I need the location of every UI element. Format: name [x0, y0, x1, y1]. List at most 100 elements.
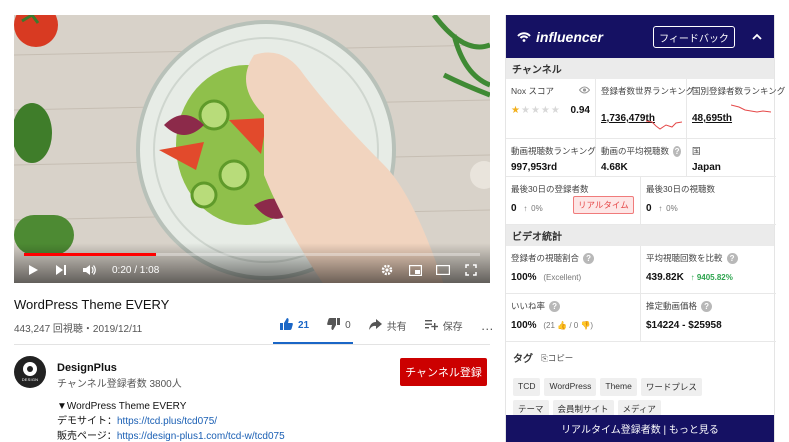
realtime-subscribers-button[interactable]: リアルタイム登録者数 | もっと見る — [506, 415, 774, 442]
channel-stats-row-1: Nox スコア ★★★★★ 0.94 登録者数世界ランキング 1,736,479… — [506, 79, 785, 139]
help-question-icon[interactable]: ? — [549, 300, 561, 312]
save-label: 保存 — [442, 322, 463, 333]
tag-chip[interactable]: WordPress — [544, 378, 597, 396]
sales-label: 販売ページ： — [57, 431, 117, 442]
sub-view-ratio-note: (Excellent) — [543, 273, 582, 282]
tags-label: タグ — [513, 354, 533, 365]
subs-30d-label: 最後30日の登録者数 — [511, 184, 589, 194]
views-30d-pct: 0% — [666, 204, 678, 213]
influencer-logo: influencer — [516, 27, 603, 46]
copy-tags-button[interactable]: ⎘コピー — [541, 352, 573, 364]
video-actions: 21 0 共有 保存 … — [280, 318, 513, 333]
video-stats-row-2: いいね率? 100% (21 👍 / 0 👎) 推定動画価格? $14224 -… — [506, 294, 776, 342]
nox-score-cell: Nox スコア ★★★★★ 0.94 — [506, 79, 596, 139]
eye-icon[interactable] — [578, 86, 591, 96]
desc-line-demo: デモサイト：https://tcd.plus/tcd075/ — [57, 414, 285, 429]
tag-chip[interactable]: Theme — [600, 378, 637, 396]
avg-compare-label: 平均視聴回数を比較 — [646, 253, 723, 263]
influencer-panel: influencer フィードバック チャンネル Nox スコア ★★★★★ 0… — [505, 15, 785, 442]
country-label: 国 — [692, 146, 701, 156]
ad-price-value: $14224 - $25958 — [646, 320, 722, 331]
views-30d-value: 0 — [646, 203, 652, 214]
star-icon: ★ — [540, 105, 551, 116]
sub-view-ratio-cell: 登録者の視聴割合? 100% (Excellent) — [506, 246, 641, 294]
help-question-icon[interactable]: ? — [701, 300, 713, 312]
dislike-count: 0 — [345, 320, 351, 331]
video-stats-header: ビデオ統計 — [506, 225, 774, 246]
up-arrow-icon: ↑ — [658, 204, 663, 213]
fullscreen-icon[interactable] — [462, 261, 480, 279]
video-stats-row-1: 登録者の視聴割合? 100% (Excellent) 平均視聴回数を比較? 43… — [506, 246, 776, 294]
sales-link[interactable]: https://design-plus1.com/tcd-w/tcd075 — [117, 431, 285, 442]
play-icon[interactable] — [24, 261, 42, 279]
volume-icon[interactable] — [80, 261, 98, 279]
views-30d-cell: 最後30日の視聴数 0 ↑ 0% — [641, 177, 776, 225]
theater-mode-icon[interactable] — [434, 261, 452, 279]
avg-compare-cell: 平均視聴回数を比較? 439.82K ↑ 9405.82% — [641, 246, 776, 294]
more-icon: … — [480, 318, 495, 333]
panel-header: influencer フィードバック — [506, 15, 774, 58]
like-rate-value: 100% — [511, 320, 537, 331]
collapse-chevron-icon[interactable] — [750, 29, 764, 43]
dislike-button[interactable]: 0 — [327, 318, 351, 333]
avg-views-value: 4.68K — [601, 162, 628, 173]
views-30d-label: 最後30日の視聴数 — [646, 184, 715, 194]
star-icon: ★ — [511, 105, 521, 116]
world-rank-cell: 登録者数世界ランキング 1,736,479th — [596, 79, 695, 139]
progress-fill — [24, 253, 157, 256]
more-actions-button[interactable]: … — [481, 318, 495, 333]
desc-line-title: ▼WordPress Theme EVERY — [57, 401, 187, 412]
channel-section-header: チャンネル — [506, 58, 774, 79]
demo-label: デモサイト： — [57, 416, 117, 427]
avg-compare-delta: ↑ 9405.82% — [690, 273, 733, 282]
divider — [14, 344, 490, 345]
demo-link[interactable]: https://tcd.plus/tcd075/ — [117, 416, 217, 427]
time-display: 0:20 / 1:08 — [112, 264, 160, 276]
nox-star-rating: ★★★★★ — [511, 105, 561, 116]
feedback-button[interactable]: フィードバック — [653, 26, 735, 48]
channel-name[interactable]: DesignPlus — [57, 362, 117, 374]
next-icon[interactable] — [52, 261, 70, 279]
view-rank-cell: 動画視聴数ランキング 997,953rd — [506, 139, 596, 177]
like-button[interactable]: 21 — [280, 318, 309, 333]
share-arrow-icon — [368, 318, 382, 333]
like-rate-cell: いいね率? 100% (21 👍 / 0 👎) — [506, 294, 641, 342]
share-button[interactable]: 共有 — [368, 318, 407, 333]
miniplayer-icon[interactable] — [406, 261, 424, 279]
star-icon: ★ — [530, 105, 541, 116]
player-controls: 0:20 / 1:08 — [14, 257, 490, 283]
avatar-text: DESIGN — [21, 377, 39, 382]
avg-compare-value: 439.82K — [646, 272, 684, 283]
sub-view-ratio-label: 登録者の視聴割合 — [511, 253, 580, 263]
up-arrow-icon: ↑ — [523, 204, 528, 213]
help-question-icon[interactable]: ? — [673, 145, 681, 157]
playlist-add-icon — [424, 319, 438, 333]
settings-gear-icon[interactable] — [378, 261, 396, 279]
tags-section: タグ ⎘コピー TCD WordPress Theme ワードプレス テーマ 会員制サイト… — [506, 342, 774, 426]
view-rank-label: 動画視聴数ランキング — [511, 146, 596, 156]
brand-name: influencer — [536, 28, 603, 45]
video-player[interactable]: 0:20 / 1:08 — [14, 15, 490, 283]
video-title: WordPress Theme EVERY — [14, 297, 170, 312]
help-question-icon[interactable]: ? — [726, 252, 738, 264]
help-question-icon[interactable]: ? — [583, 252, 595, 264]
progress-bar[interactable] — [24, 253, 480, 256]
sub-view-ratio-value: 100% — [511, 272, 537, 283]
realtime-badge[interactable]: リアルタイム — [573, 196, 634, 214]
channel-stats-row-3: 最後30日の登録者数 0 ↑ 0% リアルタイム 最後30日の視聴数 0 ↑ 0… — [506, 177, 776, 225]
world-rank-label: 登録者数世界ランキング — [601, 86, 695, 96]
channel-avatar[interactable]: DESIGN — [14, 356, 46, 388]
save-button[interactable]: 保存 — [424, 318, 463, 333]
tag-chip[interactable]: TCD — [513, 378, 541, 396]
country-rank-trend-sparkline — [731, 104, 771, 113]
subscribe-button[interactable]: チャンネル登録 — [400, 358, 487, 386]
thumbs-up-icon — [280, 318, 293, 333]
channel-stats-row-2: 動画視聴数ランキング 997,953rd 動画の平均視聴数? 4.68K 国 J… — [506, 139, 776, 177]
channel-subscribers: チャンネル登録者数 3800人 — [57, 379, 182, 390]
like-rate-label: いいね率 — [511, 301, 546, 311]
tag-chip[interactable]: ワードプレス — [640, 378, 702, 396]
country-rank-cell: 国別登録者数ランキング 48,695th — [687, 79, 785, 139]
video-meta: 443,247 回視聴・2019/12/11 — [14, 324, 143, 335]
share-label: 共有 — [386, 322, 407, 333]
ad-price-label: 推定動画価格 — [646, 301, 698, 311]
